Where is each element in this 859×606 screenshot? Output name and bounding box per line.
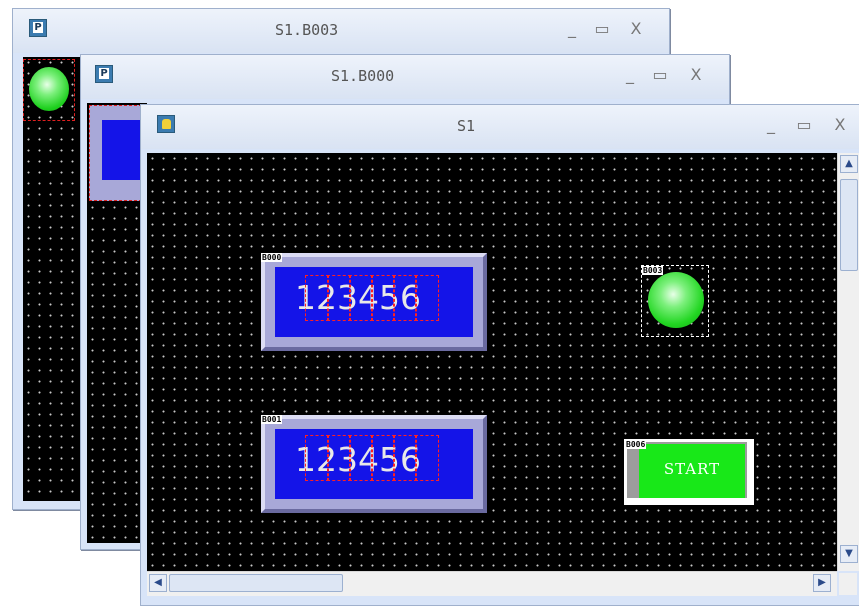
vertical-scrollbar[interactable]: ▲ ▼ (837, 153, 859, 571)
maximize-button[interactable]: ▭ (591, 19, 613, 38)
numeric-display-b001[interactable]: 123456 B001 (261, 415, 487, 513)
object-tag: B000 (261, 253, 283, 262)
canvas-area[interactable] (87, 103, 147, 543)
window-s1[interactable]: S1 _ ▭ X 123456 B000 123456 B001 B003 ST… (140, 104, 859, 606)
start-button-label: START (663, 460, 721, 478)
horizontal-scrollbar[interactable]: ◀ ▶ (147, 571, 837, 596)
window-title: S1 (457, 117, 476, 135)
minimize-button[interactable]: _ (619, 65, 641, 84)
scroll-thumb[interactable] (169, 574, 343, 592)
numeric-display-b000[interactable]: 123456 B000 (261, 253, 487, 351)
start-button[interactable]: START B006 (624, 439, 754, 505)
window-title: S1.B000 (331, 67, 395, 85)
scroll-down-icon[interactable]: ▼ (840, 545, 858, 563)
maximize-button[interactable]: ▭ (793, 115, 815, 134)
numeric-display-partial[interactable] (89, 105, 147, 201)
titlebar[interactable]: S1 _ ▭ X (141, 105, 859, 149)
window-title: S1.B003 (275, 21, 339, 39)
scroll-left-icon[interactable]: ◀ (149, 574, 167, 592)
maximize-button[interactable]: ▭ (649, 65, 671, 84)
green-lamp-icon[interactable]: B003 (641, 265, 709, 337)
resize-grip-icon[interactable] (839, 573, 857, 595)
canvas-area[interactable]: 123456 B000 123456 B001 B003 START B006 (147, 153, 837, 571)
green-lamp-icon[interactable] (23, 59, 75, 121)
scroll-up-icon[interactable]: ▲ (840, 155, 858, 173)
titlebar[interactable]: P S1.B003 _ ▭ X (13, 9, 669, 53)
close-button[interactable]: X (625, 19, 647, 38)
app-icon: P (29, 19, 47, 37)
hand-pointer-icon (157, 115, 175, 133)
scroll-right-icon[interactable]: ▶ (813, 574, 831, 592)
scroll-thumb[interactable] (840, 179, 858, 271)
object-tag: B001 (261, 415, 283, 424)
close-button[interactable]: X (829, 115, 851, 134)
object-tag: B003 (642, 266, 664, 275)
close-button[interactable]: X (685, 65, 707, 84)
minimize-button[interactable]: _ (760, 115, 782, 134)
minimize-button[interactable]: _ (561, 19, 583, 38)
app-icon: P (95, 65, 113, 83)
object-tag: B006 (625, 440, 647, 449)
titlebar[interactable]: P S1.B000 _ ▭ X (81, 55, 729, 99)
